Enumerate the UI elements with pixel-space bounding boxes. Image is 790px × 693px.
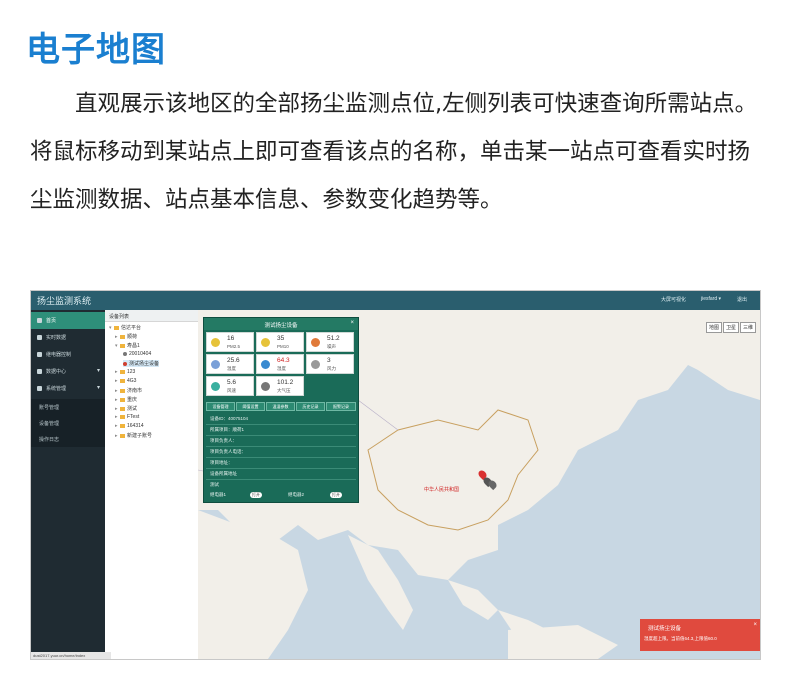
sidebar-subitem-account[interactable]: 账号管理 xyxy=(31,399,105,415)
folder-icon xyxy=(114,325,119,330)
sensor-cell-pm25: 16 PM2.5 xyxy=(206,332,254,352)
sidebar-item-realtime[interactable]: 实时数据 xyxy=(31,329,105,346)
sidebar-item-home[interactable]: 首页 xyxy=(31,312,105,329)
map-type-button[interactable]: 地图 xyxy=(705,322,722,333)
topbar-menu-screen[interactable]: 大屏可视化 xyxy=(661,296,686,303)
folder-icon xyxy=(120,369,125,374)
app-screenshot: 扬尘监测系统 大屏可视化 jiesfard ▾ 退出 首页 实时数据 继电器控制… xyxy=(30,290,761,660)
page-description: 直观展示该地区的全部扬尘监测点位,左侧列表可快速查询所需站点。将鼠标移动到某站点… xyxy=(30,91,758,213)
info-row-footer: 测试 xyxy=(210,482,219,487)
tree-node[interactable]: ▸ 济南市 xyxy=(115,387,142,394)
folder-icon xyxy=(120,334,125,339)
database-icon xyxy=(37,369,42,374)
info-row-manager: 项目负责人： xyxy=(206,436,356,447)
popup-header: 测试扬尘设备 × xyxy=(204,318,358,330)
wind-icon xyxy=(311,360,320,369)
tab-device-manage[interactable]: 设备管理 xyxy=(206,402,235,411)
sidebar-item-data-center[interactable]: 数据中心 ▾ xyxy=(31,363,105,380)
humidity-icon xyxy=(261,360,270,369)
toast-title: 测试扬尘设备 xyxy=(648,626,682,632)
thermometer-icon xyxy=(211,360,220,369)
station-popup: 测试扬尘设备 × 16 PM2.5 35 PM10 51.2 噪声 25.6 温度 64… xyxy=(203,317,359,503)
pm25-icon xyxy=(211,338,220,347)
device-tree: 设备列表 ▾ 信达平台 ▸ 顺荷 ▾ 寿昌1 20010404 测试扬尘设备 ▸ 123… xyxy=(105,310,199,659)
tree-node[interactable]: ▾ 信达平台 xyxy=(109,324,141,331)
toast-message: 湿度超上限。当前值64.3,上限值60.0 xyxy=(644,636,717,641)
sidebar-item-relay[interactable]: 继电器控制 xyxy=(31,346,105,363)
tree-node[interactable]: ▸ 顺荷 xyxy=(115,333,137,340)
tree-node[interactable]: ▸ 新建子账号 xyxy=(115,432,152,439)
map-controls: 地图 卫星 三维 xyxy=(705,314,756,333)
folder-icon xyxy=(120,414,125,419)
close-icon[interactable]: × xyxy=(350,320,354,326)
relay1-toggle-button[interactable]: 打开 xyxy=(250,492,262,498)
chevron-down-icon: ▾ xyxy=(96,385,100,391)
tree-node[interactable]: ▸ 164314 xyxy=(115,423,144,429)
tree-node[interactable]: ▸ 123 xyxy=(115,369,135,375)
tree-node[interactable]: 20010404 xyxy=(123,351,151,357)
tab-params[interactable]: 温湿参数 xyxy=(266,402,295,411)
folder-icon xyxy=(120,433,125,438)
3d-type-button[interactable]: 三维 xyxy=(739,322,756,333)
folder-icon xyxy=(120,406,125,411)
tab-history[interactable]: 历史记录 xyxy=(296,402,325,411)
sensor-cell-wind-force: 3 风力 xyxy=(306,354,354,374)
tree-node-selected[interactable]: 测试扬尘设备 xyxy=(123,360,160,367)
speaker-icon xyxy=(311,338,320,347)
chevron-down-icon: ▾ xyxy=(96,368,100,374)
relay2-label: 继电器2 xyxy=(288,492,305,497)
info-row-device-id: 设备ID：40075104 xyxy=(206,414,356,425)
tab-threshold[interactable]: 阈值设置 xyxy=(236,402,265,411)
device-icon xyxy=(123,351,127,356)
sidebar-item-system[interactable]: 系统管理 ▾ xyxy=(31,380,105,397)
sensor-cell-noise: 51.2 噪声 xyxy=(306,332,354,352)
sensor-cell-wind-speed: 5.6 风速 xyxy=(206,376,254,396)
home-icon xyxy=(37,318,42,323)
sidebar-subitem-log[interactable]: 操作日志 xyxy=(31,431,105,447)
alarm-toast: 测试扬尘设备 湿度超上限。当前值64.3,上限值60.0 × xyxy=(640,619,760,651)
relay2-toggle-button[interactable]: 打开 xyxy=(330,492,342,498)
info-row-address: 项目地址： xyxy=(206,458,356,469)
sensor-cell-humidity: 64.3 湿度 xyxy=(256,354,304,374)
folder-icon xyxy=(120,397,125,402)
folder-icon xyxy=(120,343,125,348)
info-row-device-address: 设备所属地址 xyxy=(206,469,356,480)
tree-node[interactable]: ▸ 4G3 xyxy=(115,378,136,384)
sidebar-subitem-device[interactable]: 设备管理 xyxy=(31,415,105,431)
topbar-menu-logout[interactable]: 退出 xyxy=(737,296,747,303)
sensor-cell-pm10: 35 PM10 xyxy=(256,332,304,352)
tree-node[interactable]: ▸ 重庆 xyxy=(115,396,137,403)
page-title: 电子地图 xyxy=(26,30,166,70)
folder-icon xyxy=(120,378,125,383)
chart-icon xyxy=(37,335,42,340)
folder-icon xyxy=(120,423,125,428)
windspeed-icon xyxy=(211,382,220,391)
device-icon xyxy=(123,361,127,366)
tree-node[interactable]: ▸ 测试 xyxy=(115,405,137,412)
popup-tabs: 设备管理 阈值设置 温湿参数 历史记录 报警记录 xyxy=(206,402,356,412)
map-country-label: 中华人民共和国 xyxy=(424,487,460,493)
tree-node[interactable]: ▸ FTest xyxy=(115,414,139,420)
info-row-project: 所属项目：顺荷1 xyxy=(206,425,356,436)
pressure-icon xyxy=(261,382,270,391)
folder-icon xyxy=(120,388,125,393)
settings-icon xyxy=(37,386,42,391)
app-topbar: 扬尘监测系统 大屏可视化 jiesfard ▾ 退出 xyxy=(31,291,760,310)
close-icon[interactable]: × xyxy=(753,622,757,628)
app-title: 扬尘监测系统 xyxy=(37,296,92,306)
topbar-menu-user[interactable]: jiesfard ▾ xyxy=(701,296,721,302)
relay-icon xyxy=(37,352,42,357)
pm10-icon xyxy=(261,338,270,347)
tree-node[interactable]: ▾ 寿昌1 xyxy=(115,342,140,349)
status-bar: dust2017.yuur.cn/home/index xyxy=(31,652,111,659)
tab-alarms[interactable]: 报警记录 xyxy=(326,402,356,411)
satellite-type-button[interactable]: 卫星 xyxy=(722,322,739,333)
sensor-cell-temperature: 25.6 温度 xyxy=(206,354,254,374)
sidebar: 首页 实时数据 继电器控制 数据中心 ▾ 系统管理 ▾ 账号管理 设备管理 操作… xyxy=(31,310,105,659)
info-row-manager-phone: 项目负责人电话： xyxy=(206,447,356,458)
sensor-cell-pressure: 101.2 大气压 xyxy=(256,376,304,396)
device-tree-header: 设备列表 xyxy=(105,310,198,322)
popup-title: 测试扬尘设备 xyxy=(264,323,298,329)
